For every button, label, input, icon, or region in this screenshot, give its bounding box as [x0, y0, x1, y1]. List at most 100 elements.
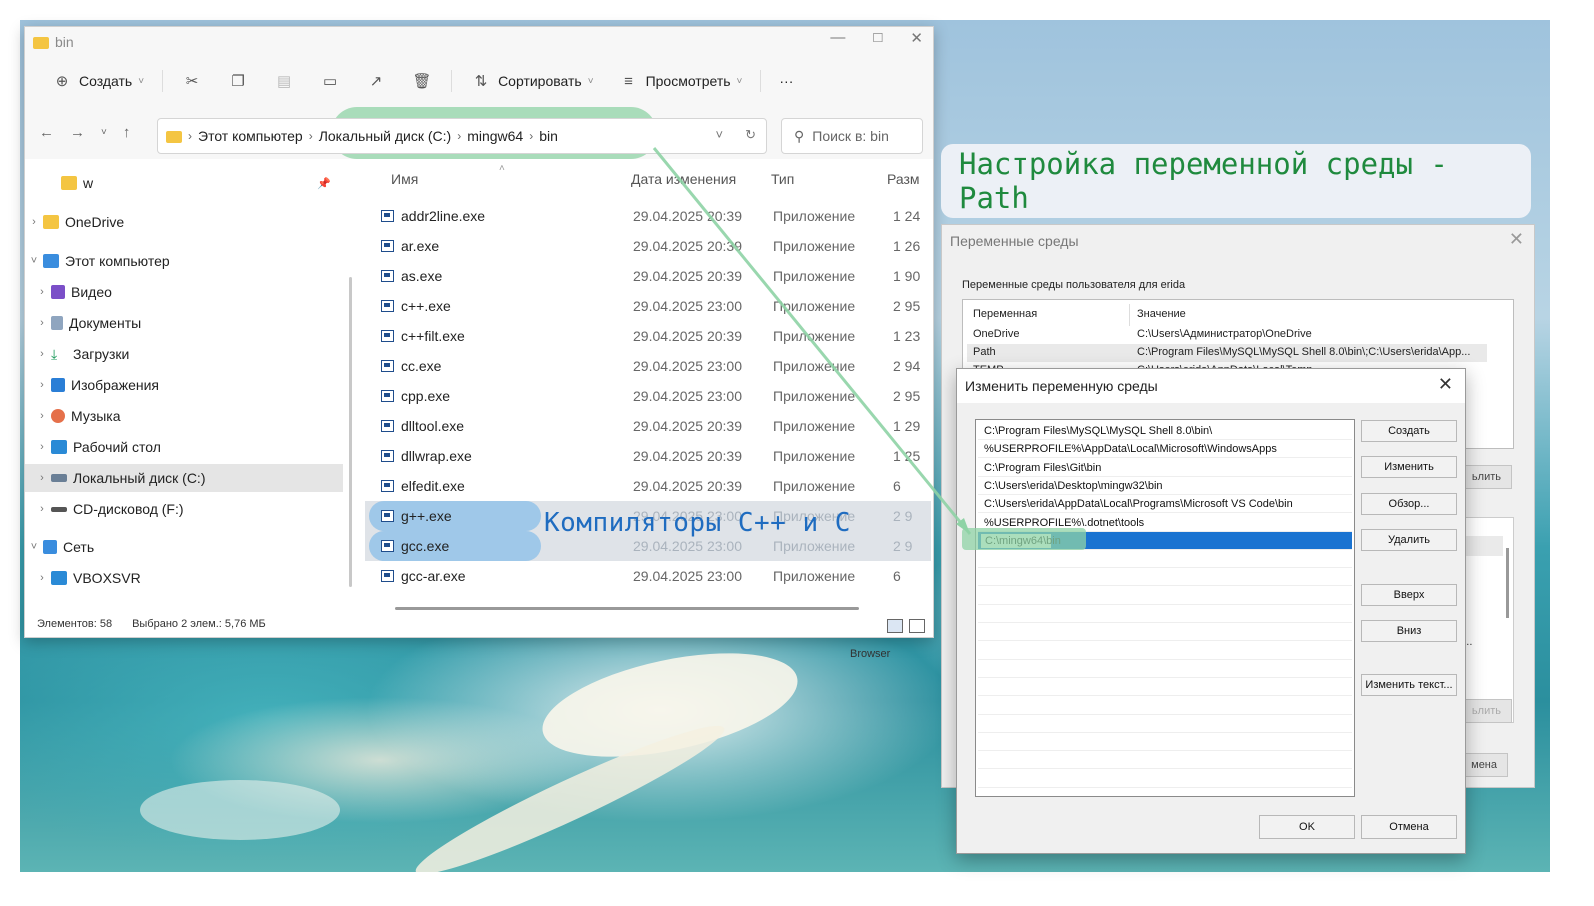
delete-path-button[interactable]: Удалить — [1361, 529, 1457, 551]
empty-path-row[interactable] — [978, 715, 1352, 733]
browse-button[interactable]: Обзор... — [1361, 493, 1457, 515]
table-row[interactable]: Path C:\Program Files\MySQL\MySQL Shell … — [967, 344, 1487, 362]
empty-path-row[interactable] — [978, 550, 1352, 569]
nav-item-cd-drive[interactable]: › CD-дисковод (F:) — [25, 495, 343, 523]
recent-chevron-icon[interactable]: ˅ — [101, 124, 107, 141]
file-row[interactable]: as.exe 29.04.2025 20:39 Приложение 1 90 — [365, 261, 931, 291]
file-row[interactable]: c++.exe 29.04.2025 23:00 Приложение 2 95 — [365, 291, 931, 321]
move-down-button[interactable]: Вниз — [1361, 620, 1457, 642]
expand-chevron-icon[interactable]: › — [33, 379, 51, 391]
minimize-button[interactable]: — — [830, 29, 845, 47]
path-entry[interactable]: C:\Program Files\MySQL\MySQL Shell 8.0\b… — [978, 422, 1352, 440]
view-button[interactable]: ≡ Просмотреть ˅ — [606, 65, 755, 97]
back-arrow-icon[interactable]: ← — [39, 124, 54, 141]
path-entry[interactable]: C:\Users\erida\Desktop\mingw32\bin — [978, 477, 1352, 495]
expand-chevron-icon[interactable]: › — [33, 317, 51, 329]
more-button[interactable]: ··· — [767, 65, 805, 97]
ok-button[interactable]: OK — [1259, 815, 1355, 839]
expand-chevron-icon[interactable]: › — [33, 286, 51, 298]
file-row[interactable]: cpp.exe 29.04.2025 23:00 Приложение 2 95 — [365, 381, 931, 411]
empty-path-row[interactable] — [978, 697, 1352, 715]
close-icon[interactable]: ✕ — [1438, 374, 1453, 395]
edit-path-button[interactable]: Изменить — [1361, 456, 1457, 478]
file-row[interactable]: elfedit.exe 29.04.2025 20:39 Приложение 6 — [365, 471, 931, 501]
empty-path-row[interactable] — [978, 642, 1352, 660]
nav-item-vboxsvr[interactable]: › VBOXSVR — [25, 564, 343, 592]
path-entry[interactable]: C:\Users\erida\AppData\Local\Programs\Mi… — [978, 495, 1352, 514]
up-arrow-icon[interactable]: ↑ — [123, 124, 131, 141]
empty-path-row[interactable] — [978, 568, 1352, 587]
close-icon[interactable]: ✕ — [1509, 229, 1524, 250]
column-header-date[interactable]: Дата изменения — [631, 171, 736, 195]
nav-item-downloads[interactable]: › ⤓ Загрузки — [25, 340, 343, 368]
sort-button[interactable]: ⇅ Сортировать ˅ — [458, 65, 606, 97]
column-header-type[interactable]: Тип — [771, 171, 794, 195]
cancel-button[interactable]: Отмена — [1361, 815, 1457, 839]
file-row[interactable]: c++filt.exe 29.04.2025 20:39 Приложение 1 2… — [365, 321, 931, 351]
nav-item-images[interactable]: › Изображения — [25, 371, 343, 399]
nav-item-onedrive[interactable]: › OneDrive — [25, 208, 343, 236]
expand-chevron-icon[interactable]: › — [33, 410, 51, 422]
rename-button[interactable]: ▭ — [307, 65, 353, 97]
file-row[interactable]: ar.exe 29.04.2025 20:39 Приложение 1 26 — [365, 231, 931, 261]
expand-chevron-icon[interactable]: › — [25, 216, 43, 228]
collapse-chevron-icon[interactable]: ˅ — [25, 541, 43, 553]
nav-item-video[interactable]: › Видео — [25, 278, 343, 306]
empty-path-row[interactable] — [978, 678, 1352, 697]
paste-button[interactable]: ▤ — [261, 65, 307, 97]
details-view-icon[interactable] — [887, 619, 903, 633]
empty-path-row[interactable] — [978, 623, 1352, 642]
maximize-button[interactable]: □ — [873, 29, 882, 47]
nav-scrollbar[interactable] — [349, 277, 352, 587]
breadcrumb-bin[interactable]: bin — [539, 128, 558, 144]
address-history-chevron-icon[interactable]: ˅ — [716, 127, 724, 143]
breadcrumb-this-pc[interactable]: Этот компьютер — [198, 128, 303, 144]
share-button[interactable]: ↗ — [353, 65, 399, 97]
expand-chevron-icon[interactable]: › — [33, 572, 51, 584]
nav-item-documents[interactable]: › Документы — [25, 309, 343, 337]
file-row[interactable]: gcc-ar.exe 29.04.2025 23:00 Приложение 6 — [365, 561, 931, 591]
create-button[interactable]: ⊕ Создать ˅ — [39, 65, 156, 97]
column-header-name[interactable]: Имя ˄ — [391, 163, 505, 195]
nav-item-local-disk[interactable]: › Локальный диск (C:) — [25, 464, 343, 492]
file-row[interactable]: cc.exe 29.04.2025 23:00 Приложение 2 94 — [365, 351, 931, 381]
delete-button[interactable]: 🗑 — [399, 65, 445, 97]
forward-arrow-icon[interactable]: → — [70, 124, 85, 141]
file-row[interactable]: dllwrap.exe 29.04.2025 20:39 Приложение 1 2… — [365, 441, 931, 471]
nav-item-network[interactable]: ˅ Сеть — [25, 533, 343, 561]
expand-chevron-icon[interactable]: › — [33, 348, 51, 360]
nav-item-w[interactable]: w 📌 — [25, 169, 343, 197]
move-up-button[interactable]: Вверх — [1361, 584, 1457, 606]
pin-icon[interactable]: 📌 — [317, 177, 331, 190]
file-row[interactable]: addr2line.exe 29.04.2025 20:39 Приложение 1… — [365, 201, 931, 231]
collapse-chevron-icon[interactable]: ˅ — [25, 255, 43, 267]
search-input[interactable]: ⚲ Поиск в: bin — [781, 118, 923, 154]
edit-text-button[interactable]: Изменить текст... — [1361, 674, 1457, 696]
breadcrumb-mingw64[interactable]: mingw64 — [467, 128, 523, 144]
cut-button[interactable]: ✂ — [169, 65, 215, 97]
expand-chevron-icon[interactable]: › — [33, 472, 51, 484]
copy-button[interactable]: ❐ — [215, 65, 261, 97]
empty-path-row[interactable] — [978, 660, 1352, 678]
address-bar[interactable]: › Этот компьютер › Локальный диск (C:) ›… — [157, 118, 767, 154]
expand-chevron-icon[interactable]: › — [33, 503, 51, 515]
file-row[interactable]: dlltool.exe 29.04.2025 20:39 Приложение 1 2… — [365, 411, 931, 441]
empty-path-row[interactable] — [978, 587, 1352, 605]
tiles-view-icon[interactable] — [909, 619, 925, 633]
path-entry[interactable]: C:\Program Files\Git\bin — [978, 459, 1352, 477]
column-header-size[interactable]: Разм — [887, 171, 920, 195]
nav-item-desktop[interactable]: › Рабочий стол — [25, 433, 343, 461]
table-row[interactable]: OneDrive C:\Users\Администратор\OneDrive — [967, 326, 1487, 344]
empty-path-row[interactable] — [978, 605, 1352, 623]
breadcrumb-local-disk[interactable]: Локальный диск (C:) — [319, 128, 452, 144]
path-entry[interactable]: %USERPROFILE%\AppData\Local\Microsoft\Wi… — [978, 440, 1352, 459]
nav-item-this-pc[interactable]: ˅ Этот компьютер — [25, 247, 343, 275]
empty-path-row[interactable] — [978, 751, 1352, 770]
empty-path-row[interactable] — [978, 770, 1352, 788]
create-path-button[interactable]: Создать — [1361, 420, 1457, 442]
nav-item-music[interactable]: › Музыка — [25, 402, 343, 430]
refresh-icon[interactable]: ↻ — [745, 127, 756, 143]
expand-chevron-icon[interactable]: › — [33, 441, 51, 453]
close-button[interactable]: ✕ — [910, 29, 923, 47]
empty-path-row[interactable] — [978, 733, 1352, 752]
